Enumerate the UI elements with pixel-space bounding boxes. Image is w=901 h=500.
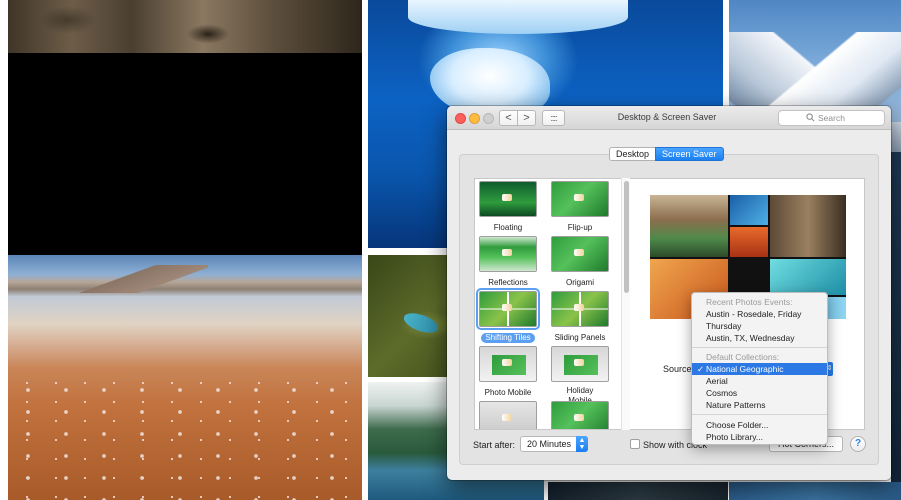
preview-photo (730, 195, 768, 225)
screen-saver-list: Floating Flip-up Reflections Origami Shi… (474, 178, 630, 430)
wallpaper-tile-black (8, 53, 362, 255)
menu-separator (692, 347, 827, 348)
menu-item-national-geographic[interactable]: ✓ National Geographic (692, 363, 827, 375)
screen-saver-scrollbar[interactable] (621, 178, 630, 430)
screen-saver-more[interactable] (478, 401, 538, 429)
screen-saver-origami[interactable]: Origami (550, 236, 610, 290)
screen-saver-label: Sliding Panels (554, 333, 606, 342)
source-label: Source: (663, 364, 695, 374)
screen-saver-shifting-tiles[interactable]: Shifting Tiles (476, 288, 540, 345)
wallpaper-tile-stone (8, 0, 362, 53)
screen-saver-label: Shifting Tiles (481, 333, 535, 343)
chevron-right-icon: > (523, 112, 530, 124)
back-button[interactable]: < (499, 110, 518, 126)
checkmark-icon: ✓ (697, 364, 705, 374)
screen-saver-label: Floating (493, 223, 523, 232)
menu-item-label: Cosmos (706, 388, 738, 398)
wallpaper-tile-road (548, 482, 728, 500)
screen-saver-floating[interactable]: Floating (478, 181, 538, 235)
menu-item-recent[interactable]: Austin, TX, Wednesday (692, 332, 827, 344)
scrollbar-thumb[interactable] (624, 181, 629, 293)
search-placeholder: Search (818, 113, 845, 123)
screen-saver-flip-up[interactable]: Flip-up (550, 181, 610, 235)
close-button[interactable] (455, 113, 466, 124)
preview-photo (650, 195, 728, 257)
menu-item-cosmos[interactable]: Cosmos (692, 387, 827, 399)
menu-item-choose-folder[interactable]: Choose Folder... (692, 419, 827, 431)
screen-saver-thumbnail (479, 401, 537, 429)
menu-item-aerial[interactable]: Aerial (692, 375, 827, 387)
screen-saver-thumbnail (551, 236, 609, 272)
preview-photo (770, 195, 846, 257)
screen-saver-label: Photo Mobile (484, 388, 532, 397)
search-field[interactable]: Search (778, 110, 885, 126)
menu-item-recent[interactable]: Austin - Rosedale, Friday (692, 308, 827, 320)
search-icon (806, 113, 815, 122)
menu-item-label: Aerial (706, 376, 728, 386)
start-after-value: 20 Minutes (527, 439, 572, 449)
screen-saver-thumbnail (551, 346, 609, 382)
tab-control: Desktop Screen Saver (609, 147, 724, 161)
preview-photo (770, 259, 846, 295)
preview-photo (730, 227, 768, 257)
minimize-button[interactable] (469, 113, 480, 124)
help-icon[interactable]: ? (850, 436, 866, 452)
menu-separator (692, 414, 827, 415)
screen-saver-reflections[interactable]: Reflections (478, 236, 538, 290)
stepper-icon[interactable]: ▲ ▼ (576, 436, 588, 452)
menu-item-nature-patterns[interactable]: Nature Patterns (692, 399, 827, 411)
wallpaper-tile-edge (891, 152, 901, 482)
show-all-button[interactable]: :::: (542, 110, 565, 126)
start-after-select[interactable]: 20 Minutes ▲ ▼ (520, 436, 588, 452)
tab-screen-saver[interactable]: Screen Saver (655, 147, 724, 161)
title-bar[interactable]: < > :::: Desktop & Screen Saver Search (447, 106, 891, 130)
menu-item-photo-library[interactable]: Photo Library... (692, 431, 827, 443)
start-after-label: Start after: (473, 440, 516, 450)
window-title: Desktop & Screen Saver (617, 112, 717, 122)
show-with-clock-checkbox[interactable] (630, 439, 640, 449)
zoom-button (483, 113, 494, 124)
menu-header-collections: Default Collections: (706, 352, 780, 362)
wallpaper-tile-flamingos (8, 255, 362, 500)
tab-desktop[interactable]: Desktop (609, 147, 656, 161)
screen-saver-thumbnail (551, 291, 609, 327)
screen-saver-thumbnail (551, 401, 609, 429)
screen-saver-thumbnail (479, 181, 537, 217)
screen-saver-thumbnail (479, 236, 537, 272)
screen-saver-thumbnail (479, 346, 537, 382)
screen-saver-holiday-mobile[interactable]: Holiday Mobile (550, 346, 610, 408)
menu-header-recent: Recent Photos Events: (706, 297, 793, 307)
screen-saver-label: Reflections (488, 278, 528, 287)
screen-saver-label: Flip-up (567, 223, 593, 232)
screen-saver-sliding-panels[interactable]: Sliding Panels (550, 291, 610, 345)
screen-saver-more[interactable] (550, 401, 610, 429)
forward-button[interactable]: > (517, 110, 536, 126)
menu-item-recent[interactable]: Thursday (692, 320, 827, 332)
wallpaper-tile-sea (729, 482, 901, 500)
screen-saver-label: Origami (565, 278, 594, 287)
screen-saver-photo-mobile[interactable]: Photo Mobile (478, 346, 538, 400)
grid-icon: :::: (550, 113, 557, 123)
menu-item-label: National Geographic (706, 364, 784, 374)
menu-item-label: Nature Patterns (706, 400, 766, 410)
source-menu: Recent Photos Events: Austin - Rosedale,… (691, 292, 828, 445)
chevron-left-icon: < (505, 112, 512, 124)
screen-saver-thumbnail (551, 181, 609, 217)
screen-saver-thumbnail (476, 288, 540, 330)
